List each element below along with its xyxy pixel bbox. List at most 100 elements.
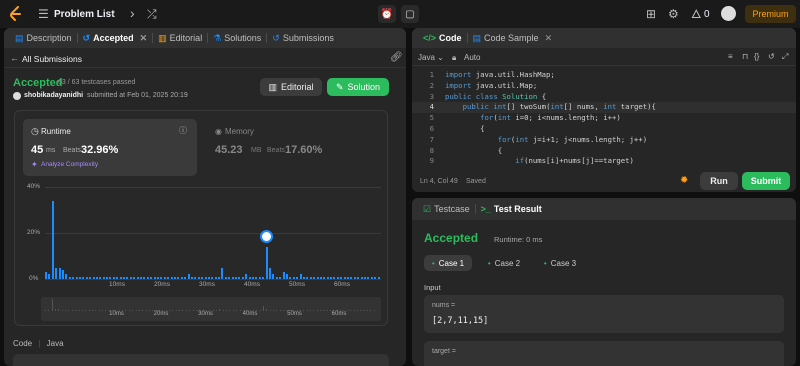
editorial-button[interactable]: ▥ Editorial [260,78,322,96]
chart-bar[interactable] [95,276,98,279]
nums-box[interactable]: nums = [2,7,11,15] [424,295,784,333]
case-1-tab[interactable]: • Case 1 [424,255,472,271]
chart-bar[interactable] [357,276,360,279]
arrow-left-icon[interactable]: ← [10,53,19,63]
tab-description[interactable]: ▤ Description [10,28,77,48]
code-line[interactable]: 3 public class Solution { [412,92,796,103]
chart-bar[interactable] [123,276,126,279]
analyze-complexity-link[interactable]: Analyze Complexity [41,161,98,168]
chart-bar[interactable] [136,276,139,279]
chart-bar[interactable] [160,276,163,279]
chart-bar[interactable] [336,276,339,279]
chart-bar[interactable] [157,276,159,279]
run-button[interactable]: Run [700,172,738,190]
chart-bar[interactable] [377,276,380,279]
chart-bar[interactable] [285,274,288,279]
close-icon[interactable]: ✕ [140,33,148,44]
chart-bar[interactable] [231,276,234,279]
chart-bar[interactable] [319,276,322,279]
chart-bar[interactable] [323,276,326,279]
chevron-left-icon[interactable]: ‹ [111,6,116,20]
chart-bar[interactable] [326,276,329,279]
language-select[interactable]: Java ⌄ [418,53,444,62]
chart-bar[interactable] [170,276,173,279]
chart-bar[interactable] [51,200,54,279]
chart-bar[interactable] [299,274,302,279]
tab-code-sample[interactable]: ▤ Code Sample ✕ [468,28,558,48]
chart-bar[interactable] [45,272,47,279]
chart-bar[interactable] [330,276,333,279]
chart-bar[interactable] [184,276,187,279]
range-slider[interactable]: 10ms 20ms 30ms 40ms 50ms 60ms [41,297,381,321]
chart-bar[interactable] [248,276,251,279]
chart-bar[interactable] [309,276,312,279]
chart-bar[interactable] [61,269,64,279]
chart-bar[interactable] [65,274,68,279]
chart-bar[interactable] [228,276,231,279]
chart-bar[interactable] [150,276,153,279]
chart-bar[interactable] [106,276,109,279]
chart-bar[interactable] [194,276,197,279]
chart-bar[interactable] [68,276,71,279]
chart-bar[interactable] [204,276,207,279]
tab-accepted[interactable]: ↺ Accepted ✕ [78,28,153,48]
chart-bar[interactable] [119,276,122,279]
bookmark-icon[interactable]: ⊓ [742,52,748,61]
chart-bar[interactable] [153,276,156,279]
chart-bar[interactable] [109,276,112,279]
chart-bar[interactable] [374,276,377,279]
chart-bar[interactable] [187,274,190,279]
chart-bar[interactable] [370,276,373,279]
username[interactable]: shobikadayanidhi [24,92,83,99]
chart-bar[interactable] [292,276,295,279]
chart-bar[interactable] [265,246,268,279]
chart-bar[interactable] [245,274,248,279]
chart-bar[interactable] [275,276,278,279]
tab-solutions[interactable]: ⚗ Solutions [208,28,266,48]
runtime-box[interactable]: ◷ Runtime ⓘ 45 ms Beats 32.96% ✦ Analyze… [23,119,197,176]
chart-bar[interactable] [173,276,176,279]
premium-button[interactable]: Premium [745,5,796,23]
chart-bar[interactable] [350,276,353,279]
chart-bar[interactable] [146,276,149,279]
tab-testcase[interactable]: ☑ Testcase [418,199,475,219]
chart-bar[interactable] [241,276,244,279]
chart-bar[interactable] [224,276,227,279]
chart-bar[interactable] [102,276,105,279]
chart-bar[interactable] [133,276,136,279]
chart-bar[interactable] [214,276,217,279]
chart-bar[interactable] [367,276,370,279]
code-line[interactable]: 9 if(nums[i]+nums[j]==target) [412,156,796,167]
gear-icon[interactable]: ⚙ [668,8,679,20]
chart-bar[interactable] [129,276,132,279]
chart-bar[interactable] [58,267,61,279]
chart-bar[interactable] [207,276,210,279]
leetcode-logo[interactable] [9,6,23,22]
chart-bar[interactable] [163,276,166,279]
chart-bar[interactable] [78,276,81,279]
chevron-right-icon[interactable]: › [130,6,135,20]
tab-submissions[interactable]: ↺ Submissions [267,28,339,48]
tab-test-result[interactable]: >_ Test Result [476,199,547,219]
chart-bar[interactable] [112,276,115,279]
code-line[interactable]: 6 { [412,124,796,135]
all-submissions-link[interactable]: All Submissions [22,54,82,64]
chart-bar[interactable] [55,267,58,279]
code-line[interactable]: 4 public int[] twoSum(int[] nums, int ta… [412,102,796,114]
chart-bar[interactable] [353,276,356,279]
timer-button[interactable]: ⏰ [378,5,396,23]
solution-button[interactable]: ✎ Solution [327,78,389,96]
grid-icon[interactable]: ⊞ [646,8,656,20]
chart-bar[interactable] [269,267,271,279]
chart-bar[interactable] [72,276,75,279]
close-icon[interactable]: ✕ [545,33,553,44]
chart-bar[interactable] [340,276,343,279]
chart-bar[interactable] [252,276,255,279]
expand-icon[interactable]: ⤢ [782,52,788,62]
chart-bar[interactable] [201,276,204,279]
chart-bar[interactable] [333,276,336,279]
chart-bar[interactable] [126,276,129,279]
chart-bar[interactable] [167,276,170,279]
chart-bar[interactable] [92,276,95,279]
link-icon[interactable]: 🔗︎ [390,52,403,63]
